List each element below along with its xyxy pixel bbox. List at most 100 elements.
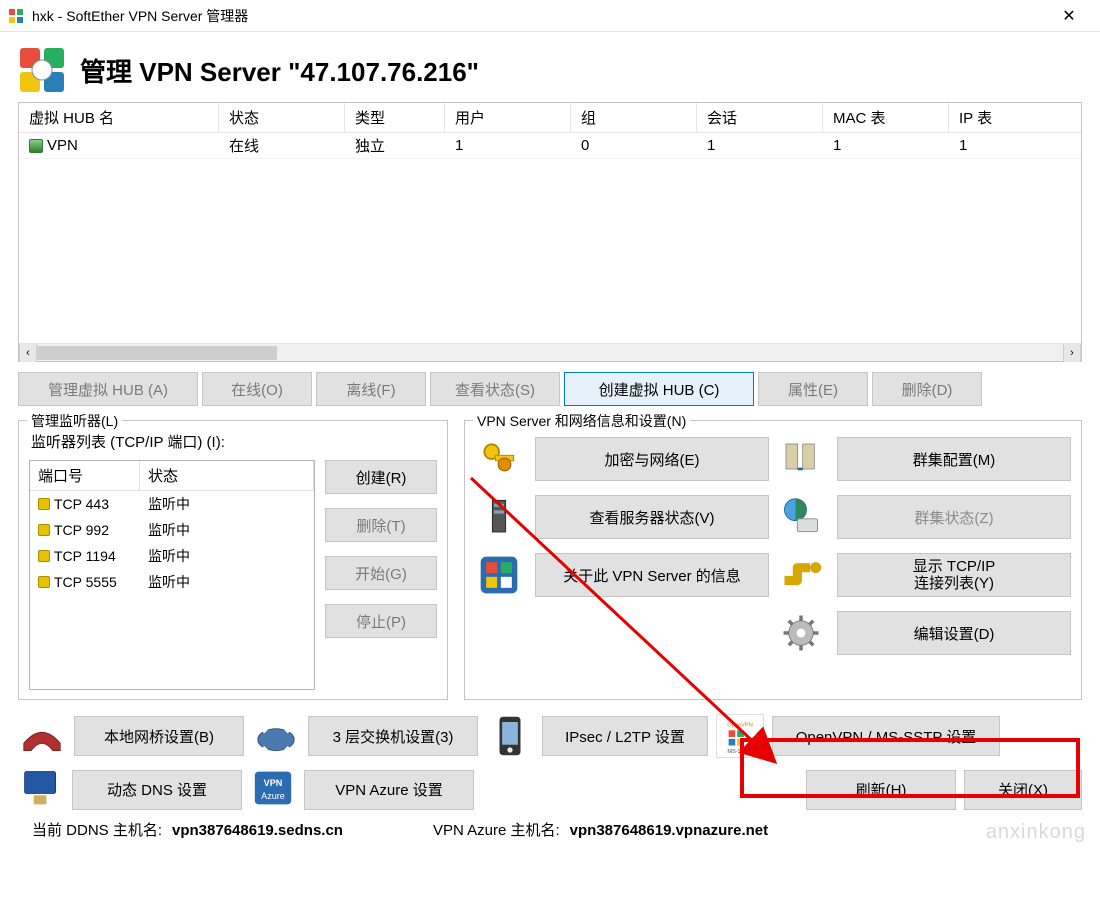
col-hub-name[interactable]: 虚拟 HUB 名 xyxy=(19,103,219,132)
col-users[interactable]: 用户 xyxy=(445,103,571,132)
globe-laptop-icon xyxy=(777,493,825,541)
listener-delete-button[interactable]: 删除(T) xyxy=(325,508,437,542)
ddns-host-value: vpn387648619.sedns.cn xyxy=(172,822,343,839)
server-settings-legend: VPN Server 和网络信息和设置(N) xyxy=(473,411,690,431)
port-text: TCP 5555 xyxy=(54,574,117,590)
port-text: TCP 443 xyxy=(54,496,109,512)
port-icon xyxy=(38,550,50,562)
listener-list[interactable]: 端口号 状态 TCP 443监听中 TCP 992监听中 TCP 1194监听中… xyxy=(29,460,315,690)
server-settings-panel: VPN Server 和网络信息和设置(N) 加密与网络(E) 群集配置(M) … xyxy=(464,420,1082,700)
page-header: 管理 VPN Server "47.107.76.216" xyxy=(18,46,1082,94)
listener-start-button[interactable]: 开始(G) xyxy=(325,556,437,590)
listener-row[interactable]: TCP 5555 监听中 xyxy=(30,569,314,595)
port-icon xyxy=(38,576,50,588)
ddns-button[interactable]: 动态 DNS 设置 xyxy=(72,770,242,810)
cluster-status-button[interactable]: 群集状态(Z) xyxy=(837,495,1071,539)
col-groups[interactable]: 组 xyxy=(571,103,697,132)
cell-users: 1 xyxy=(445,133,571,158)
listener-create-button[interactable]: 创建(R) xyxy=(325,460,437,494)
scroll-track[interactable] xyxy=(277,346,1063,360)
port-icon xyxy=(38,524,50,536)
hub-actions: 管理虚拟 HUB (A) 在线(O) 离线(F) 查看状态(S) 创建虚拟 HU… xyxy=(18,372,1082,406)
cell-type: 独立 xyxy=(345,133,445,160)
listener-col-port[interactable]: 端口号 xyxy=(30,461,140,490)
port-status: 监听中 xyxy=(140,572,314,592)
monitor-icon xyxy=(18,768,64,811)
status-bar: 当前 DDNS 主机名: vpn387648619.sedns.cn VPN A… xyxy=(32,819,1082,840)
port-status: 监听中 xyxy=(140,546,314,566)
page-title: 管理 VPN Server "47.107.76.216" xyxy=(80,52,479,89)
hub-table[interactable]: 虚拟 HUB 名 状态 类型 用户 组 会话 MAC 表 IP 表 VPN 在线… xyxy=(18,102,1082,362)
close-button[interactable]: 关闭(X) xyxy=(964,770,1082,810)
bottom-row-2: 动态 DNS 设置 VPN Azure VPN Azure 设置 刷新(H) 关闭… xyxy=(18,768,1082,811)
azure-icon: VPN Azure xyxy=(250,768,296,811)
properties-button[interactable]: 属性(E) xyxy=(758,372,868,406)
col-sessions[interactable]: 会话 xyxy=(697,103,823,132)
create-hub-button[interactable]: 创建虚拟 HUB (C) xyxy=(564,372,754,406)
delete-hub-button[interactable]: 删除(D) xyxy=(872,372,982,406)
listener-stop-button[interactable]: 停止(P) xyxy=(325,604,437,638)
col-ip[interactable]: IP 表 xyxy=(949,103,1049,132)
cell-name: VPN xyxy=(47,137,78,154)
gear-icon xyxy=(777,609,825,657)
azure-host-value: vpn387648619.vpnazure.net xyxy=(570,822,768,839)
refresh-button[interactable]: 刷新(H) xyxy=(806,770,956,810)
online-button[interactable]: 在线(O) xyxy=(202,372,312,406)
se-logo-icon xyxy=(475,551,523,599)
titlebar: hxk - SoftEther VPN Server 管理器 ✕ xyxy=(0,0,1100,32)
scroll-thumb[interactable] xyxy=(37,346,277,360)
view-status-button[interactable]: 查看状态(S) xyxy=(430,372,560,406)
scroll-right-button[interactable]: › xyxy=(1063,344,1081,362)
svg-text:MS-SSTP: MS-SSTP xyxy=(727,749,752,755)
window-close-button[interactable]: ✕ xyxy=(1046,6,1092,26)
cell-sessions: 1 xyxy=(697,133,823,158)
port-text: TCP 992 xyxy=(54,522,109,538)
ipsec-l2tp-button[interactable]: IPsec / L2TP 设置 xyxy=(542,716,708,756)
col-status[interactable]: 状态 xyxy=(219,103,345,132)
about-server-button[interactable]: 关于此 VPN Server 的信息 xyxy=(535,553,769,597)
cell-status: 在线 xyxy=(219,133,345,160)
port-text: TCP 1194 xyxy=(54,548,116,564)
svg-text:OpenVPN: OpenVPN xyxy=(727,723,753,729)
router-icon xyxy=(252,714,300,758)
openvpn-sstp-icon: OpenVPN MS-SSTP xyxy=(716,714,764,758)
app-icon xyxy=(8,8,24,24)
local-bridge-button[interactable]: 本地网桥设置(B) xyxy=(74,716,244,756)
encryption-network-button[interactable]: 加密与网络(E) xyxy=(535,437,769,481)
port-status: 监听中 xyxy=(140,520,314,540)
listener-legend: 管理监听器(L) xyxy=(27,411,122,431)
listener-col-status[interactable]: 状态 xyxy=(140,461,314,490)
listener-row[interactable]: TCP 992 监听中 xyxy=(30,517,314,543)
cell-mac: 1 xyxy=(823,133,949,158)
server-status-button[interactable]: 查看服务器状态(V) xyxy=(535,495,769,539)
hub-icon xyxy=(29,139,43,153)
listener-row[interactable]: TCP 443监听中 xyxy=(30,491,314,517)
svg-text:VPN: VPN xyxy=(264,778,283,788)
hub-table-hscroll[interactable]: ‹ › xyxy=(19,343,1081,361)
offline-button[interactable]: 离线(F) xyxy=(316,372,426,406)
tower-icon xyxy=(475,493,523,541)
port-icon xyxy=(38,498,50,510)
servers-icon xyxy=(777,435,825,483)
cell-ip: 1 xyxy=(949,133,1049,158)
manage-hub-button[interactable]: 管理虚拟 HUB (A) xyxy=(18,372,198,406)
ddns-host-label: 当前 DDNS 主机名: xyxy=(32,819,162,840)
openvpn-sstp-button[interactable]: OpenVPN / MS-SSTP 设置 xyxy=(772,716,1000,756)
svg-text:Azure: Azure xyxy=(261,791,285,801)
col-type[interactable]: 类型 xyxy=(345,103,445,132)
l3-switch-button[interactable]: 3 层交换机设置(3) xyxy=(308,716,478,756)
col-mac[interactable]: MAC 表 xyxy=(823,103,949,132)
tcpip-connections-button[interactable]: 显示 TCP/IP 连接列表(Y) xyxy=(837,553,1071,597)
pipe-icon xyxy=(777,551,825,599)
listener-panel: 管理监听器(L) 监听器列表 (TCP/IP 端口) (I): 端口号 状态 T… xyxy=(18,420,448,700)
listener-list-label: 监听器列表 (TCP/IP 端口) (I): xyxy=(31,431,437,452)
window-title: hxk - SoftEther VPN Server 管理器 xyxy=(32,6,1046,26)
azure-settings-button[interactable]: VPN Azure 设置 xyxy=(304,770,474,810)
listener-row[interactable]: TCP 1194 监听中 xyxy=(30,543,314,569)
cluster-config-button[interactable]: 群集配置(M) xyxy=(837,437,1071,481)
phone-icon xyxy=(486,714,534,758)
bridge-icon xyxy=(18,714,66,758)
scroll-left-button[interactable]: ‹ xyxy=(19,344,37,362)
hub-row[interactable]: VPN 在线 独立 1 0 1 1 1 xyxy=(19,133,1081,159)
edit-config-button[interactable]: 编辑设置(D) xyxy=(837,611,1071,655)
